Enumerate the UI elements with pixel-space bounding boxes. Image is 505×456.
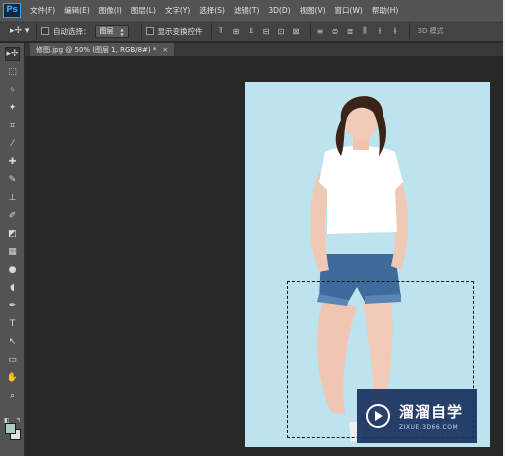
close-icon[interactable]: ×	[162, 46, 168, 54]
eyedropper-tool-icon[interactable]: ⁄	[5, 137, 20, 151]
menu-type[interactable]: 文字(Y)	[165, 5, 190, 16]
menu-filter[interactable]: 滤镜(T)	[234, 5, 259, 16]
3d-mode-label[interactable]: 3D 模式	[418, 26, 444, 36]
healing-brush-tool-icon[interactable]: ✚	[5, 155, 20, 169]
show-transform-label: 显示变换控件	[157, 26, 203, 36]
watermark: 溜溜自学 ZIXUE.3D66.COM	[357, 389, 477, 443]
menu-select[interactable]: 选择(S)	[199, 5, 225, 16]
menu-image[interactable]: 图像(I)	[99, 5, 122, 16]
pen-tool-icon[interactable]: ✒	[5, 299, 20, 313]
distribute-top-icon[interactable]: ≡	[315, 26, 326, 37]
align-top-icon[interactable]: ⫪	[216, 26, 227, 37]
options-bar: ▸✢ ▾ 自动选择： 图层 显示变换控件 ⫪ ⊞ ⫫ ⊟ ⊡ ⊠ ≡ ⊜ ≣ ⫼…	[0, 20, 505, 42]
watermark-title: 溜溜自学	[399, 403, 464, 421]
menu-3d[interactable]: 3D(D)	[268, 6, 290, 15]
align-hcenter-icon[interactable]: ⊡	[276, 26, 287, 37]
swap-colors-icon[interactable]: ↰	[16, 417, 21, 424]
divider	[210, 23, 212, 39]
history-brush-tool-icon[interactable]: ✐	[5, 209, 20, 223]
move-tool-preset-icon[interactable]: ▸✢ ▾	[10, 23, 32, 39]
menu-window[interactable]: 窗口(W)	[335, 5, 363, 16]
document-tab-title: 修图.jpg @ 50% (图层 1, RGB/8#) *	[36, 45, 157, 54]
align-left-icon[interactable]: ⊟	[261, 26, 272, 37]
shape-tool-icon[interactable]: ▭	[5, 353, 20, 367]
gradient-tool-icon[interactable]: ▦	[5, 245, 20, 259]
distribute-bottom-icon[interactable]: ≣	[345, 26, 356, 37]
watermark-text: 溜溜自学 ZIXUE.3D66.COM	[399, 401, 463, 431]
path-select-tool-icon[interactable]: ↖	[5, 335, 20, 349]
distribute-vcenter-icon[interactable]: ⊜	[330, 26, 341, 37]
align-bottom-icon[interactable]: ⫫	[246, 26, 257, 37]
watermark-url: ZIXUE.3D66.COM	[399, 424, 459, 431]
clone-stamp-tool-icon[interactable]: ⊥	[5, 191, 20, 205]
document-tabs: 修图.jpg @ 50% (图层 1, RGB/8#) * ×	[25, 43, 505, 56]
photoshop-logo: Ps	[3, 2, 21, 18]
menu-help[interactable]: 帮助(H)	[372, 5, 399, 16]
crop-tool-icon[interactable]: ⌗	[5, 119, 20, 133]
auto-select-label: 自动选择：	[53, 26, 91, 36]
hand-tool-icon[interactable]: ✋	[5, 371, 20, 385]
auto-select-checkbox[interactable]	[41, 27, 49, 35]
align-right-icon[interactable]: ⊠	[291, 26, 302, 37]
move-tool-icon[interactable]: ▸✢	[5, 47, 20, 61]
canvas-area[interactable]: 溜溜自学 ZIXUE.3D66.COM	[25, 56, 505, 456]
document-tab[interactable]: 修图.jpg @ 50% (图层 1, RGB/8#) * ×	[30, 43, 175, 56]
auto-select-dropdown[interactable]: 图层	[94, 24, 129, 38]
show-transform-checkbox[interactable]	[145, 27, 154, 35]
menu-view[interactable]: 视图(V)	[300, 5, 326, 16]
align-vcenter-icon[interactable]: ⊞	[231, 26, 242, 37]
brush-tool-icon[interactable]: ✎	[5, 173, 20, 187]
zoom-tool-icon[interactable]: ⌕	[5, 389, 20, 403]
eraser-tool-icon[interactable]: ◩	[5, 227, 20, 241]
menu-file[interactable]: 文件(F)	[30, 5, 55, 16]
distribute-hcenter-icon[interactable]: ⫲	[375, 26, 386, 37]
menu-bar: Ps 文件(F) 编辑(E) 图像(I) 图层(L) 文字(Y) 选择(S) 滤…	[0, 0, 505, 20]
divider	[408, 23, 410, 39]
divider	[309, 23, 311, 39]
menu-edit[interactable]: 编辑(E)	[64, 5, 90, 16]
type-tool-icon[interactable]: T	[5, 317, 20, 331]
distribute-right-icon[interactable]: ⫳	[390, 26, 401, 37]
marquee-tool-icon[interactable]: ⬚	[5, 65, 20, 79]
distribute-left-icon[interactable]: ⫼	[360, 26, 371, 37]
menu-layer[interactable]: 图层(L)	[131, 5, 156, 16]
lasso-tool-icon[interactable]: ᛃ	[5, 83, 20, 97]
blur-tool-icon[interactable]: ●	[5, 263, 20, 277]
foreground-color-swatch[interactable]	[5, 423, 16, 434]
dodge-tool-icon[interactable]: ◖	[5, 281, 20, 295]
divider	[140, 23, 142, 39]
tools-panel: ▸✢ ⬚ ᛃ ✦ ⌗ ⁄ ✚ ✎ ⊥ ✐ ◩ ▦ ● ◖ ✒ T ↖ ▭ ✋ ⌕…	[0, 43, 25, 456]
divider	[36, 23, 37, 39]
play-logo-icon	[366, 404, 390, 428]
quick-select-tool-icon[interactable]: ✦	[5, 101, 20, 115]
photoshop-window: Ps 文件(F) 编辑(E) 图像(I) 图层(L) 文字(Y) 选择(S) 滤…	[0, 0, 505, 456]
